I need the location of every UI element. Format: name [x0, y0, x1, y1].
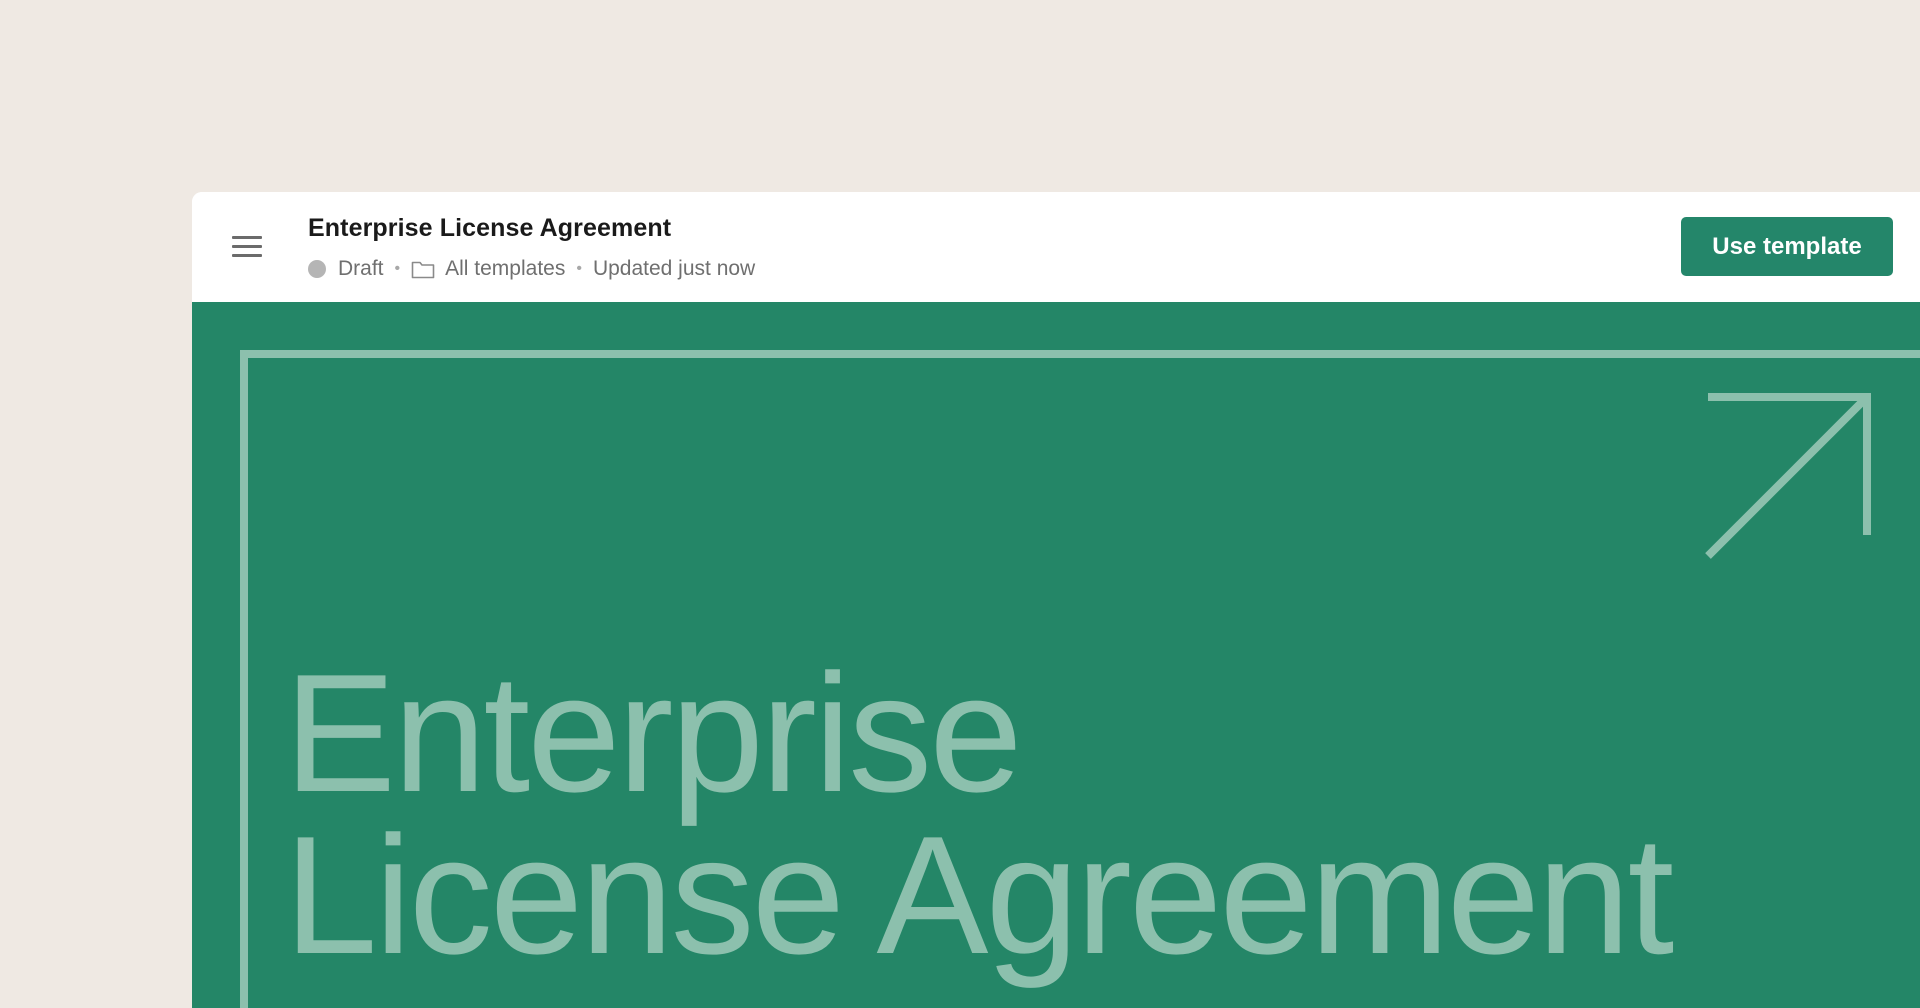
template-preview: Enterprise License Agreement	[192, 302, 1920, 1008]
hamburger-menu-icon[interactable]	[230, 232, 264, 262]
document-meta: Draft • All templates • Updated just now	[308, 255, 755, 283]
use-template-button[interactable]: Use template	[1681, 217, 1893, 276]
menu-line	[232, 236, 262, 239]
cover-title-line-2: License Agreement	[284, 801, 1674, 989]
status-label: Draft	[338, 257, 384, 280]
meta-separator: •	[576, 260, 582, 277]
arrow-up-right-icon	[1705, 393, 1871, 559]
editor-window: Enterprise License Agreement Draft • All…	[192, 192, 1920, 1008]
document-title[interactable]: Enterprise License Agreement	[308, 214, 671, 243]
menu-line	[232, 245, 262, 248]
folder-link[interactable]: All templates	[445, 257, 565, 281]
top-bar: Enterprise License Agreement Draft • All…	[192, 192, 1920, 302]
updated-label: Updated just now	[592, 257, 756, 280]
menu-line	[232, 254, 262, 257]
cover-title-line-1: Enterprise	[284, 639, 1023, 827]
meta-separator: •	[394, 260, 401, 277]
cover-title: Enterprise License Agreement	[284, 639, 1674, 989]
folder-icon[interactable]	[411, 259, 435, 279]
status-dot-icon	[308, 260, 326, 278]
